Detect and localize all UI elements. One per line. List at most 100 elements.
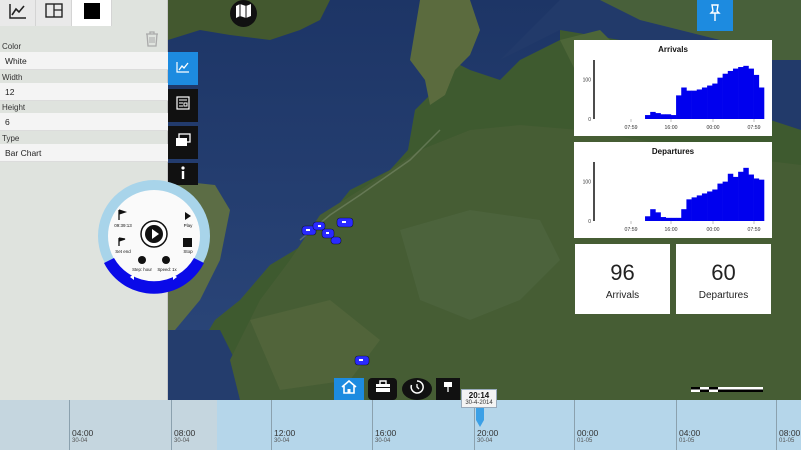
arrivals-x-tick-label: 07:59 [748,125,761,131]
timeline-cursor[interactable]: 20:14 30-4-2014 [461,389,497,408]
departures-x-tick-label: 00:00 [707,227,720,233]
departures-x-tick-label: 07:59 [625,227,638,233]
departures-bar [758,179,765,221]
departures-kpi-card[interactable]: 60 Departures [676,244,771,314]
layers-tool-button[interactable] [168,126,198,159]
current-time-label: 09:39:13 [114,223,132,228]
newspaper-icon [176,96,190,115]
departures-x-tick-label: 07:59 [748,227,761,233]
timeline-tick: 04:00 30-04 [69,400,93,450]
arrivals-bar [650,111,656,119]
type-input[interactable]: Bar Chart [0,144,168,162]
type-field: Type Bar Chart [0,134,168,162]
arrivals-bar [681,87,687,119]
color-field: Color White [0,42,168,70]
chart-tool-button[interactable] [168,52,198,85]
home-button[interactable] [334,378,364,400]
arrivals-bar [712,83,718,119]
height-field: Height 6 [0,103,168,131]
departures-bar [712,189,718,221]
timeline-tick-date: 01-05 [679,438,695,444]
departures-bar [670,217,677,221]
arrivals-bar [701,87,708,119]
height-input[interactable]: 6 [0,113,168,131]
arrivals-bar [717,77,723,119]
arrivals-kpi-label: Arrivals [605,290,640,301]
timeline-tick-time: 04:00 [72,428,94,438]
cursor-date: 30-4-2014 [465,400,493,406]
arrivals-bar [670,115,677,119]
arrivals-bar [665,114,672,119]
departures-bar [681,209,687,221]
set-end-label[interactable]: Set end [115,249,131,254]
timeline-tick-date: 01-05 [779,438,795,444]
timeline-tick-time: 08:00 [779,428,801,438]
timeline-tick-date: 30-04 [72,438,88,444]
tab-color-swatch[interactable] [72,0,112,26]
arrivals-kpi-card[interactable]: 96 Arrivals [575,244,670,314]
departures-bar [655,212,661,221]
timeline-tick: 08:00 01-05 [776,400,800,450]
stop-label[interactable]: Stop [183,249,193,254]
presentation-button[interactable] [436,378,460,400]
timeline-tick-date: 30-04 [477,438,493,444]
pin-button[interactable] [697,0,733,31]
height-label: Height [2,103,26,112]
departures-bar [665,217,672,221]
history-button[interactable] [402,378,432,400]
departures-bar-chart: 0 100 07:59 16:00 00:00 07:59 [583,162,765,233]
timeline-tick-date: 30-04 [375,438,391,444]
color-input[interactable]: White [0,52,168,70]
departures-bar [748,174,754,221]
departures-bar [738,171,744,221]
tab-chart[interactable] [0,0,36,26]
map-icon [235,4,252,23]
departures-bar [696,195,703,221]
speed-label[interactable]: Speed: 1x [157,267,177,272]
departures-bar [717,183,723,221]
departures-bar [732,176,739,221]
timeline-tick: 12:00 30-04 [271,400,295,450]
timeline-selected-range[interactable] [217,400,801,450]
timeline-tick-time: 20:00 [477,428,499,438]
width-field: Width 12 [0,73,168,101]
departures-bar [660,217,667,221]
play-label[interactable]: Play [184,223,194,228]
width-input[interactable]: 12 [0,83,168,101]
home-icon [341,379,357,399]
arrivals-bar [743,65,749,119]
arrivals-bar [645,115,651,119]
arrivals-y-tick-label: 0 [588,117,591,123]
departures-bar [753,178,760,221]
arrivals-bar [748,68,754,119]
arrivals-bar [753,74,760,119]
arrivals-chart-card[interactable]: Arrivals 0 100 07:59 16:00 00:00 07:59 [574,40,772,136]
width-label: Width [2,73,23,82]
arrivals-bar [707,85,713,119]
departures-bar [727,173,734,221]
departures-bar [691,197,698,222]
presentation-icon [443,380,453,398]
arrivals-bar [722,73,729,119]
departures-chart-card[interactable]: Departures 0 100 07:59 16:00 00:00 07:59 [574,142,772,238]
toolbox-button[interactable] [368,378,397,400]
playback-radial-menu: 09:39:13 Play Stop Set end Step: hour Sp… [98,180,210,294]
departures-kpi-label: Departures [698,290,749,301]
timeline-tick-time: 04:00 [679,428,701,438]
news-tool-button[interactable] [168,89,198,122]
timeline-cursor-marker[interactable] [474,408,486,428]
departures-bar [650,209,656,221]
departures-bar [707,191,713,221]
arrivals-y-tick-label: 100 [583,78,592,84]
pin-icon [709,4,721,27]
map-type-button[interactable] [230,0,257,27]
tab-layout[interactable] [36,0,72,26]
timeline-tick: 00:00 01-05 [574,400,598,450]
color-swatch-icon [83,2,100,24]
departures-y-tick-label: 0 [588,219,591,225]
timeline[interactable]: 04:00 30-04 08:00 30-04 12:00 30-04 16:00 30-04… [0,400,801,450]
arrivals-bar [732,68,739,119]
timeline-tick-date: 30-04 [174,438,190,444]
arrivals-x-tick-label: 07:59 [625,125,638,131]
step-label[interactable]: Step: hour [132,267,152,272]
